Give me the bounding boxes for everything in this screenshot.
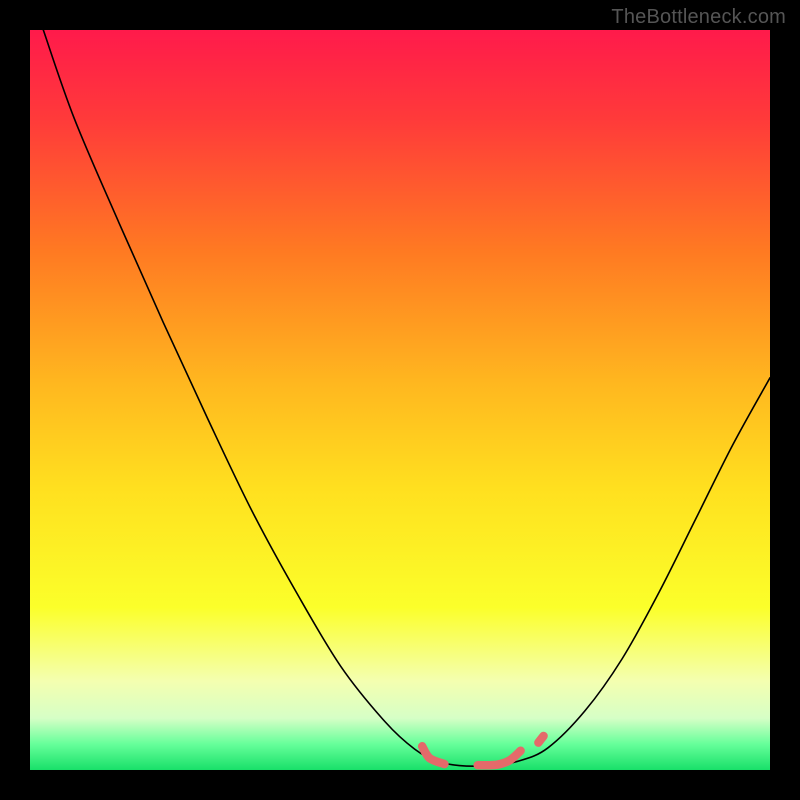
chart-background bbox=[30, 30, 770, 770]
optimal-marker-2 bbox=[538, 736, 543, 743]
chart-frame: TheBottleneck.com bbox=[0, 0, 800, 800]
chart-plot-area bbox=[30, 30, 770, 770]
chart-svg bbox=[30, 30, 770, 770]
watermark-text: TheBottleneck.com bbox=[611, 6, 786, 29]
